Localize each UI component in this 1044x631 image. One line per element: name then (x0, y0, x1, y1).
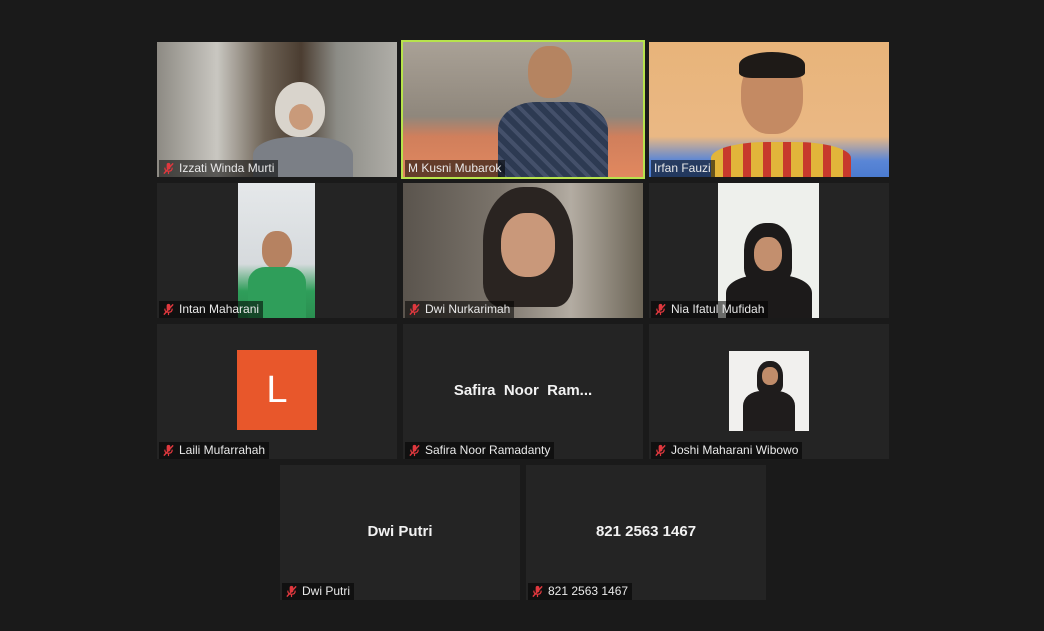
participant-nametag: M Kusni Mubarok (405, 160, 506, 177)
participant-nametag: Dwi Nurkarimah (405, 301, 515, 318)
participant-tile-irfan[interactable]: Irfan Fauzi (649, 42, 889, 177)
participant-nametag: Irfan Fauzi (651, 160, 715, 177)
participant-name: Irfan Fauzi (654, 161, 711, 175)
profile-photo (729, 351, 809, 431)
person-face (289, 104, 313, 130)
person-head (528, 46, 572, 98)
person-head (262, 231, 292, 269)
participant-name: M Kusni Mubarok (408, 161, 502, 175)
participant-display-name: Safira Noor Ram... (453, 382, 593, 399)
participant-tile-phone[interactable]: 821 2563 1467 821 2563 1467 (526, 465, 766, 600)
participant-nametag: Joshi Maharani Wibowo (651, 442, 803, 459)
muted-microphone-icon (163, 303, 174, 316)
avatar: L (237, 350, 317, 430)
video-feed (238, 183, 315, 318)
person-face (501, 213, 555, 277)
muted-microphone-icon (163, 162, 174, 175)
muted-microphone-icon (655, 303, 666, 316)
participant-tile-intan[interactable]: Intan Maharani (157, 183, 397, 318)
participant-nametag: Laili Mufarrahah (159, 442, 270, 459)
participant-name: 821 2563 1467 (548, 584, 629, 598)
participant-name: Nia Ifatul Mufidah (671, 302, 765, 316)
participant-name: Joshi Maharani Wibowo (671, 443, 799, 457)
muted-microphone-icon (532, 585, 543, 598)
muted-microphone-icon (163, 444, 174, 457)
participant-tile-dwi-nurkarimah[interactable]: Dwi Nurkarimah (403, 183, 643, 318)
video-feed (403, 42, 643, 177)
person-body (711, 142, 851, 177)
person-body (498, 102, 608, 177)
muted-microphone-icon (655, 444, 666, 457)
video-feed (157, 42, 397, 177)
participant-tile-joshi[interactable]: Joshi Maharani Wibowo (649, 324, 889, 459)
participant-tile-nia[interactable]: Nia Ifatul Mufidah (649, 183, 889, 318)
person-face (754, 237, 782, 271)
participant-nametag: Dwi Putri (282, 583, 355, 600)
participant-tile-dwi-putri[interactable]: Dwi Putri Dwi Putri (280, 465, 520, 600)
participant-tile-izzati[interactable]: Izzati Winda Murti (157, 42, 397, 177)
participant-name: Safira Noor Ramadanty (425, 443, 551, 457)
muted-microphone-icon (409, 303, 420, 316)
participant-tile-laili[interactable]: L Laili Mufarrahah (157, 324, 397, 459)
participant-name: Izzati Winda Murti (179, 161, 275, 175)
participant-nametag: Nia Ifatul Mufidah (651, 301, 769, 318)
participant-nametag: 821 2563 1467 (528, 583, 633, 600)
participant-nametag: Safira Noor Ramadanty (405, 442, 555, 459)
participant-tile-safira[interactable]: Safira Noor Ram... Safira Noor Ramadanty (403, 324, 643, 459)
video-feed (649, 42, 889, 177)
person-face (762, 367, 778, 385)
participant-name: Intan Maharani (179, 302, 260, 316)
participant-name: Dwi Putri (302, 584, 351, 598)
person-hair (739, 52, 805, 78)
video-feed (718, 183, 819, 318)
avatar-letter: L (266, 368, 288, 411)
participant-nametag: Izzati Winda Murti (159, 160, 279, 177)
participant-display-name: 821 2563 1467 (595, 523, 697, 540)
participant-name: Laili Mufarrahah (179, 443, 266, 457)
participant-tile-kusni[interactable]: M Kusni Mubarok (401, 40, 645, 179)
muted-microphone-icon (286, 585, 297, 598)
participant-display-name: Dwi Putri (367, 523, 433, 540)
participant-nametag: Intan Maharani (159, 301, 264, 318)
video-feed (403, 183, 643, 318)
person-body (743, 391, 795, 431)
muted-microphone-icon (409, 444, 420, 457)
participant-name: Dwi Nurkarimah (425, 302, 511, 316)
